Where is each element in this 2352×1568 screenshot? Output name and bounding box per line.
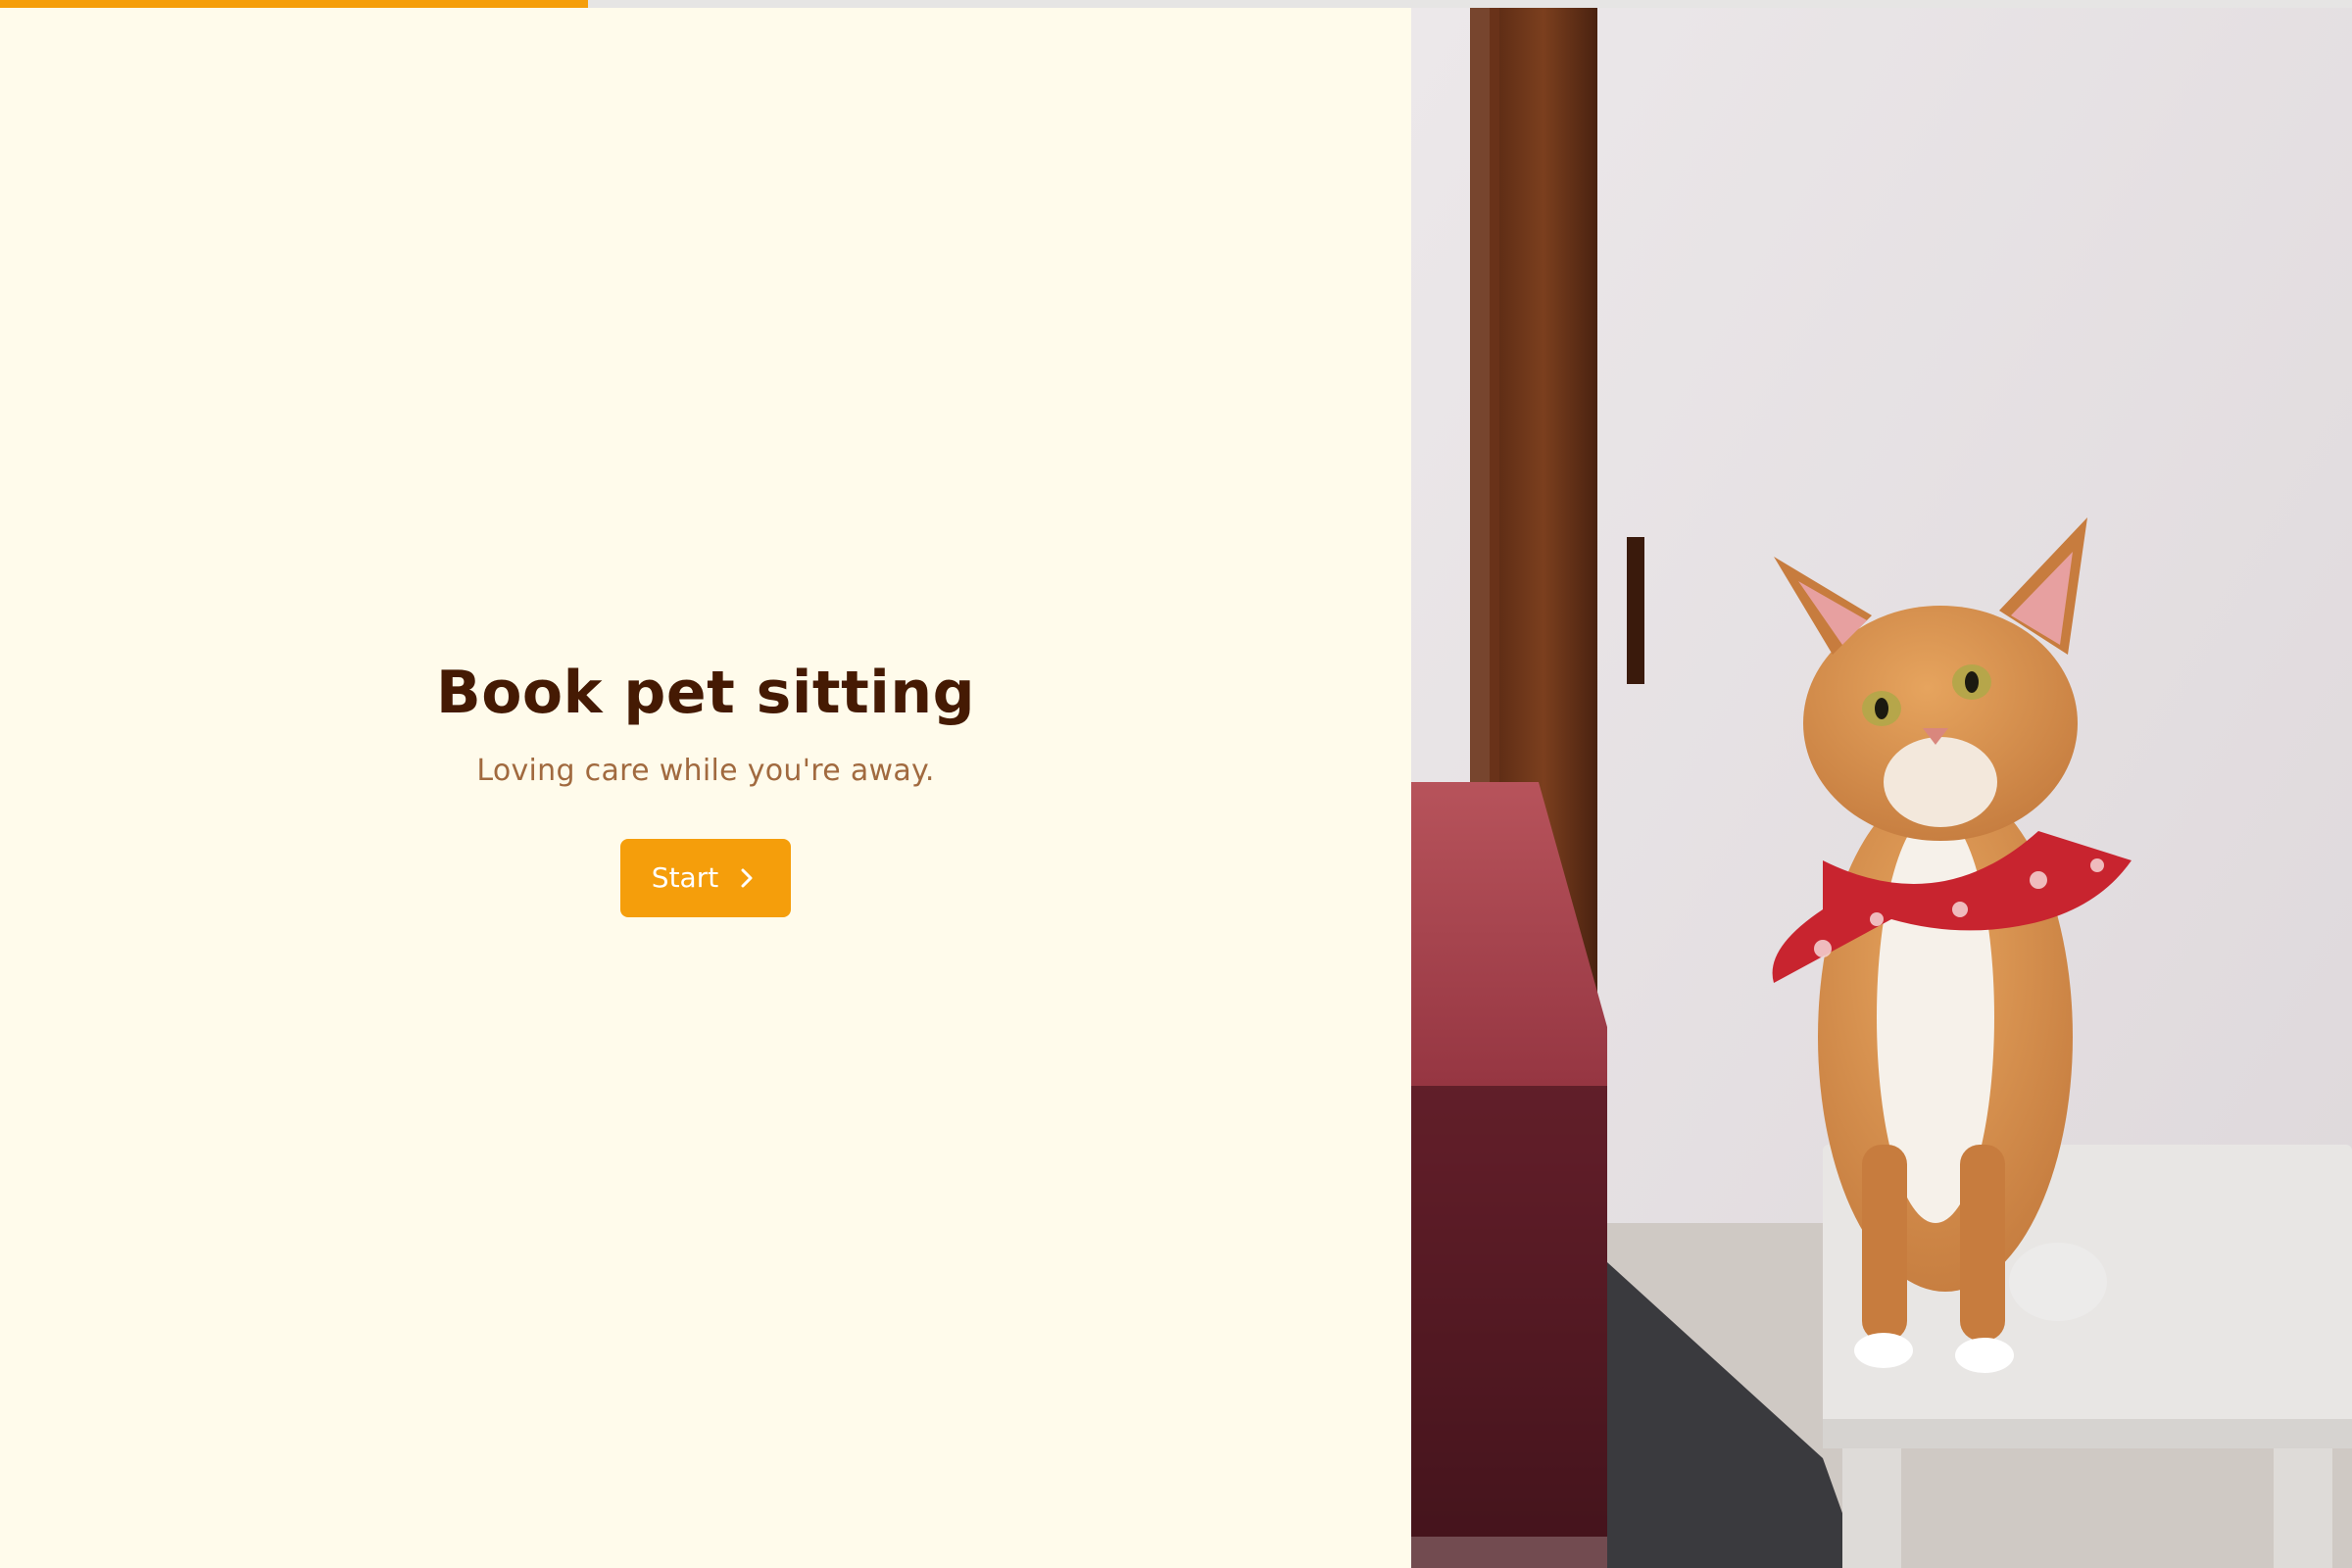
page-subtitle: Loving care while you're away. xyxy=(476,753,935,788)
cat-photo-illustration xyxy=(1411,8,2352,1568)
progress-bar xyxy=(0,0,2352,8)
progress-bar-fill xyxy=(0,0,588,8)
hero: Book pet sitting Loving care while you'r… xyxy=(436,658,975,917)
hero-photo xyxy=(1411,8,2352,1568)
start-button-label: Start xyxy=(651,861,719,894)
page-title: Book pet sitting xyxy=(435,658,976,727)
start-button[interactable]: Start xyxy=(619,838,792,917)
chevron-right-icon xyxy=(738,866,756,890)
intro-panel: Book pet sitting Loving care while you'r… xyxy=(0,8,1411,1568)
